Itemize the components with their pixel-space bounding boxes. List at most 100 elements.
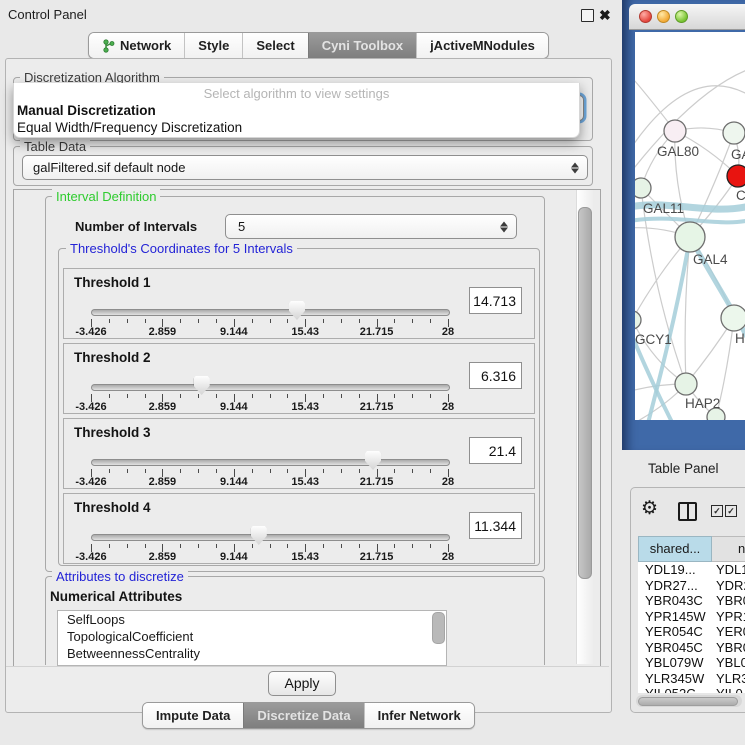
tick-mark bbox=[216, 544, 217, 548]
gear-icon[interactable]: ⚙ bbox=[641, 498, 658, 520]
threshold-value-field[interactable]: 14.713 bbox=[469, 287, 522, 314]
slider-track[interactable] bbox=[91, 534, 450, 541]
dropdown-option[interactable]: Manual Discretization bbox=[17, 103, 156, 118]
vertical-scrollbar-thumb[interactable] bbox=[578, 207, 592, 579]
tick-mark bbox=[323, 544, 324, 548]
table-row[interactable]: YBR045CYBR0 bbox=[638, 640, 745, 656]
table-row[interactable]: YER054CYER0 bbox=[638, 624, 745, 640]
column-icon[interactable] bbox=[678, 502, 697, 521]
tab-style[interactable]: Style bbox=[184, 33, 242, 58]
list-item[interactable]: SelfLoops bbox=[58, 611, 446, 628]
slider-track[interactable] bbox=[91, 309, 450, 316]
tab-label: Network bbox=[120, 38, 171, 53]
tick-mark bbox=[359, 319, 360, 323]
screen: Control Panel ✖ Network StyleSelectCyni T… bbox=[0, 0, 745, 745]
tab-jactivemnodules[interactable]: jActiveMNodules bbox=[416, 33, 548, 58]
table-row[interactable]: YDL19...YDL1 bbox=[638, 562, 745, 578]
slider-track[interactable] bbox=[91, 459, 450, 466]
network-node[interactable] bbox=[635, 311, 641, 329]
tick-mark bbox=[412, 544, 413, 548]
node-label: GAL80 bbox=[657, 144, 699, 159]
tab-label: jActiveMNodules bbox=[430, 38, 535, 53]
network-node[interactable] bbox=[727, 165, 745, 187]
tab-discretize-data[interactable]: Discretize Data bbox=[243, 703, 363, 728]
tab-cyni-toolbox[interactable]: Cyni Toolbox bbox=[308, 33, 416, 58]
tick-label: -3.426 bbox=[75, 326, 106, 338]
node-label: C bbox=[736, 188, 745, 203]
table-column-header[interactable]: na bbox=[712, 536, 745, 562]
threshold-value-field[interactable]: 21.4 bbox=[469, 437, 522, 464]
dropdown-option[interactable]: Equal Width/Frequency Discretization bbox=[17, 120, 242, 135]
table-cell: YDL19... bbox=[638, 562, 712, 578]
close-icon[interactable]: ✖ bbox=[599, 4, 611, 26]
network-node[interactable] bbox=[635, 178, 651, 198]
checkbox-icon[interactable]: ✓ bbox=[725, 505, 737, 517]
horizontal-scrollbar-thumb[interactable] bbox=[638, 697, 738, 706]
tab-select[interactable]: Select bbox=[242, 33, 307, 58]
slider-thumb[interactable] bbox=[251, 526, 267, 545]
tick-mark bbox=[180, 394, 181, 398]
tick-label: 21.715 bbox=[360, 401, 394, 413]
network-window-titlebar[interactable] bbox=[629, 4, 745, 30]
horizontal-scrollbar-track[interactable] bbox=[636, 695, 742, 707]
tick-mark bbox=[341, 319, 342, 323]
tab-network[interactable]: Network bbox=[89, 33, 184, 58]
table-cell: YIL0 bbox=[712, 686, 745, 693]
tick-mark bbox=[287, 544, 288, 548]
table-rows: YDL19...YDL1YDR27...YDR2YBR043CYBR0YPR14… bbox=[638, 562, 745, 693]
table-column-header[interactable]: shared... bbox=[638, 536, 712, 562]
close-traffic-light-icon[interactable] bbox=[639, 10, 652, 23]
node-label: GAL4 bbox=[693, 252, 728, 267]
number-of-intervals-combobox[interactable]: 5 bbox=[225, 214, 517, 239]
threshold-coordinates-title: Threshold's Coordinates for 5 Intervals bbox=[66, 241, 297, 256]
slider-track[interactable] bbox=[91, 384, 450, 391]
tick-label: 9.144 bbox=[220, 476, 248, 488]
tab-infer-network[interactable]: Infer Network bbox=[364, 703, 474, 728]
table-data-combobox[interactable]: galFiltered.sif default node bbox=[22, 155, 588, 180]
tick-mark bbox=[270, 469, 271, 473]
table-row[interactable]: YIL052CYIL0 bbox=[638, 686, 745, 693]
table-row[interactable]: YBL079WYBL0 bbox=[638, 655, 745, 671]
network-node[interactable] bbox=[721, 305, 745, 331]
table-row[interactable]: YPR145WYPR1 bbox=[638, 609, 745, 625]
network-canvas[interactable]: GAL80GACGAL11GAL4GCY1HHAP2 bbox=[635, 32, 745, 420]
slider-thumb[interactable] bbox=[289, 301, 305, 320]
threshold-value-field[interactable]: 11.344 bbox=[469, 512, 522, 539]
minimize-traffic-light-icon[interactable] bbox=[657, 10, 670, 23]
tick-label: 15.43 bbox=[291, 476, 319, 488]
checkbox-icon[interactable]: ✓ bbox=[711, 505, 723, 517]
network-node[interactable] bbox=[675, 373, 697, 395]
attributes-list[interactable]: SelfLoopsTopologicalCoefficientBetweenne… bbox=[57, 610, 447, 666]
network-node[interactable] bbox=[723, 122, 745, 144]
threshold-panel: Threshold 1-3.4262.8599.14415.4321.71528… bbox=[63, 268, 535, 339]
tick-mark bbox=[430, 319, 431, 323]
list-item[interactable]: BetweennessCentrality bbox=[58, 645, 446, 662]
tick-mark bbox=[127, 319, 128, 323]
table-row[interactable]: YDR27...YDR2 bbox=[638, 578, 745, 594]
tick-mark bbox=[127, 469, 128, 473]
float-window-icon[interactable] bbox=[581, 9, 594, 22]
tab-label: Impute Data bbox=[156, 708, 230, 723]
node-label: H bbox=[735, 331, 745, 346]
attributes-group-title: Attributes to discretize bbox=[52, 569, 188, 584]
table-cell: YBR0 bbox=[712, 640, 745, 656]
network-node[interactable] bbox=[664, 120, 686, 142]
network-node[interactable] bbox=[675, 222, 705, 252]
table-cell: YPR145W bbox=[638, 609, 712, 625]
threshold-value-field[interactable]: 6.316 bbox=[469, 362, 522, 389]
tick-mark bbox=[180, 469, 181, 473]
slider-thumb[interactable] bbox=[194, 376, 210, 395]
slider-thumb[interactable] bbox=[365, 451, 381, 470]
tick-mark bbox=[270, 394, 271, 398]
table-row[interactable]: YLR345WYLR3 bbox=[638, 671, 745, 687]
tab-impute-data[interactable]: Impute Data bbox=[143, 703, 243, 728]
table-row[interactable]: YBR043CYBR0 bbox=[638, 593, 745, 609]
control-panel-titlebar: Control Panel ✖ bbox=[0, 0, 620, 30]
list-item[interactable]: TopologicalCoefficient bbox=[58, 628, 446, 645]
tick-mark bbox=[252, 394, 253, 398]
threshold-label: Threshold 1 bbox=[74, 275, 151, 290]
attributes-list-scrollbar-thumb[interactable] bbox=[432, 612, 445, 644]
tick-mark bbox=[270, 544, 271, 548]
apply-button[interactable]: Apply bbox=[268, 671, 336, 696]
zoom-traffic-light-icon[interactable] bbox=[675, 10, 688, 23]
